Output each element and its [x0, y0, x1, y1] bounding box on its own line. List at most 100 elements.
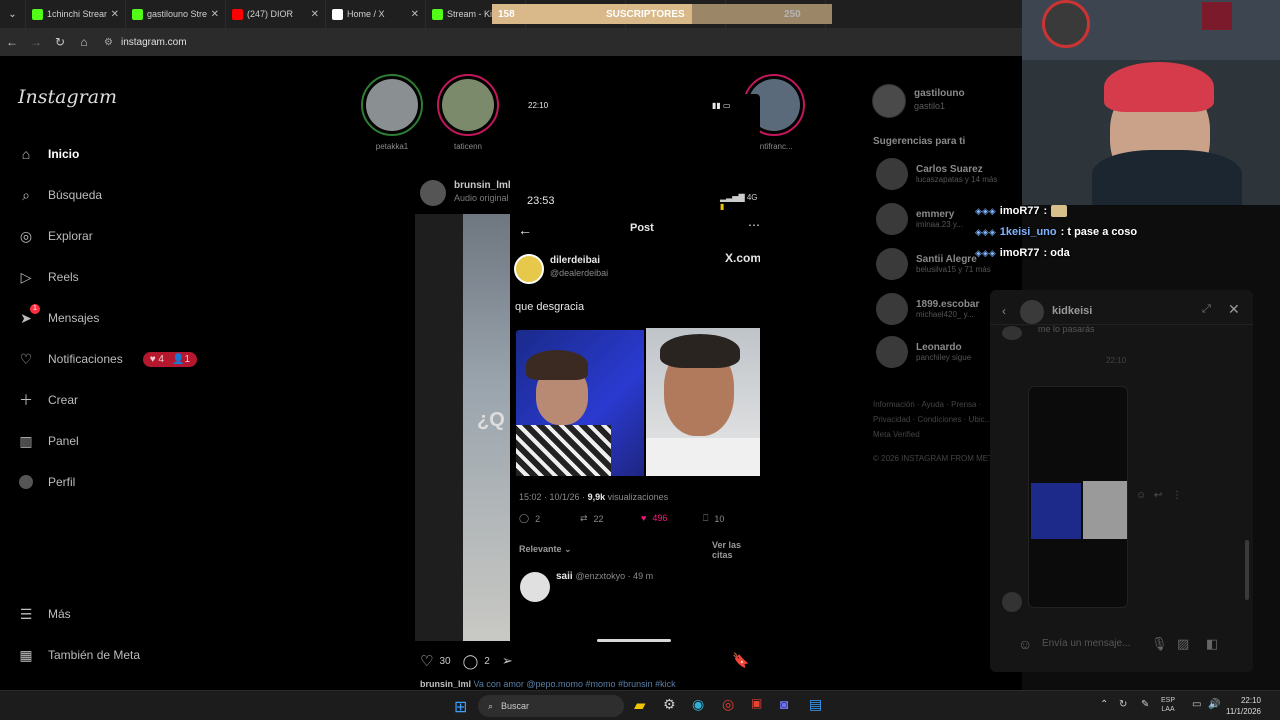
home-icon[interactable]: ⌂ [72, 35, 96, 49]
tab-title: (247) DIOR [247, 9, 294, 19]
like-action[interactable]: ♥ 496 [641, 513, 667, 523]
retweet-action[interactable]: ⇄ 22 [580, 513, 604, 524]
widgets-icon[interactable]: ⚙ [663, 696, 676, 713]
volume-icon[interactable]: 🔊 [1208, 699, 1220, 710]
file-explorer-icon[interactable]: ▰ [634, 696, 646, 714]
save-icon[interactable]: 🔖 [732, 652, 749, 669]
caption-user[interactable]: brunsin_lml [420, 679, 471, 689]
taskbar-search[interactable]: ⌕ Buscar [478, 695, 624, 717]
suggestion-item[interactable]: 1899.escobar michael420_ y... [876, 293, 979, 325]
expand-icon[interactable]: ⤢ [1202, 303, 1211, 316]
quotes-link[interactable]: Ver las citas [712, 540, 760, 560]
stream-chat-message: ◈◈◈ 1keisi_uno : t pase a coso [975, 226, 1137, 238]
nav-busqueda[interactable]: ⌕ Búsqueda [18, 185, 102, 205]
sort-dropdown[interactable]: Relevante ⌄ [519, 544, 572, 555]
tweet-author-name[interactable]: dilerdeibai [550, 255, 600, 266]
story-item[interactable]: taticenn [436, 74, 500, 151]
browser-tab[interactable]: 1chinchi Stream ✕ [26, 0, 126, 28]
sync-icon[interactable]: ↻ [1119, 699, 1127, 710]
nav-perfil[interactable]: Perfil [18, 472, 75, 492]
tweet-author-handle[interactable]: @dealerdeibai [550, 268, 608, 278]
react-icon[interactable]: ☺ [1136, 490, 1146, 501]
tab-search-button[interactable]: ⌄ [0, 0, 26, 28]
nav-notificaciones[interactable]: ♡ Notificaciones ♥ 4 👤1 [18, 349, 197, 369]
language-indicator[interactable]: ESP LAA [1161, 696, 1175, 714]
tweet-author-avatar[interactable] [514, 254, 544, 284]
close-tab-icon[interactable]: ✕ [311, 9, 319, 20]
tray-chevron-icon[interactable]: ⌃ [1100, 699, 1108, 710]
message-input[interactable]: Envía un mensaje... [1042, 638, 1130, 649]
chat-avatar[interactable] [1020, 300, 1044, 324]
edge-icon[interactable]: ◉ [692, 696, 704, 713]
suggestion-item[interactable]: Leonardo panchiley sigue [876, 336, 971, 368]
browser-tab[interactable]: (247) DIOR ✕ [226, 0, 326, 28]
discord-icon[interactable]: ◙ [780, 696, 788, 712]
reply-user[interactable]: saii [556, 571, 573, 582]
suggestion-item[interactable]: Carlos Suarez lucaszapatas y 14 más [876, 158, 997, 190]
footer-links-2[interactable]: Privacidad · Condiciones · Ubic... [873, 415, 991, 424]
address-bar[interactable]: ⚙ instagram.com [104, 37, 187, 48]
nav-mensajes[interactable]: ➤ 1 Mensajes [18, 304, 99, 328]
nav-mas[interactable]: ☰ Más [18, 604, 71, 624]
chrome-icon[interactable]: ◎ [722, 696, 734, 713]
system-clock[interactable]: 22:10 11/1/2026 [1226, 695, 1261, 717]
emoji-icon[interactable]: ☺ [1018, 636, 1032, 652]
browser-tab[interactable]: gastilouno Stream ✕ [126, 0, 226, 28]
close-tab-icon[interactable]: ✕ [111, 9, 119, 20]
app-icon[interactable]: ▣ [751, 696, 762, 710]
reply-icon[interactable]: ↩ [1154, 490, 1162, 501]
suggestion-item[interactable]: Santii Alegre belusilva15 y 71 más [876, 248, 991, 280]
site-info-icon[interactable]: ⚙ [104, 37, 113, 48]
nav-reels[interactable]: ▷ Reels [18, 267, 79, 287]
profile-avatar[interactable] [872, 84, 906, 118]
app-icon-2[interactable]: ▤ [809, 696, 822, 713]
footer-links-3[interactable]: Meta Verified [873, 430, 920, 439]
post-author[interactable]: brunsin_lml [454, 180, 511, 191]
close-tab-icon[interactable]: ✕ [411, 9, 419, 20]
reply-avatar[interactable] [520, 572, 550, 602]
image-icon[interactable]: ▨ [1177, 636, 1189, 652]
browser-tab[interactable]: Home / X ✕ [326, 0, 426, 28]
share-icon[interactable]: ➢ [502, 653, 513, 669]
reload-icon[interactable]: ↻ [48, 35, 72, 49]
chat-username[interactable]: kidkeisi [1052, 305, 1092, 317]
close-tab-icon[interactable]: ✕ [211, 9, 219, 20]
url-text[interactable]: instagram.com [121, 37, 187, 48]
more-icon[interactable]: ⋯ [748, 218, 760, 232]
microphone-icon[interactable]: 🎙 [1151, 636, 1168, 652]
chat-text: : [1043, 205, 1048, 217]
shared-video-message[interactable] [1028, 386, 1128, 608]
back-icon[interactable]: ‹ [1002, 304, 1006, 318]
story-item[interactable]: petakka1 [360, 74, 424, 151]
tab-favicon-icon [332, 8, 343, 20]
back-icon[interactable]: ← [0, 35, 24, 49]
close-icon[interactable]: ✕ [1228, 301, 1240, 318]
stream-chat-message: ◈◈◈ imoR77 : oda [975, 247, 1070, 259]
reply-action[interactable]: ◯ 2 [519, 513, 540, 524]
emote-icon [1051, 205, 1068, 217]
like-icon[interactable]: ♡ [420, 652, 433, 670]
back-arrow-icon[interactable]: ← [518, 222, 532, 238]
scrollbar[interactable] [1245, 540, 1249, 600]
nav-crear[interactable]: ＋ Crear [18, 390, 78, 410]
sticker-icon[interactable]: ◧ [1206, 636, 1218, 652]
post-author-avatar[interactable] [420, 180, 446, 206]
more-icon[interactable]: ⋮ [1172, 490, 1182, 501]
pen-icon[interactable]: ✎ [1141, 699, 1149, 710]
display-icon[interactable]: ▭ [1192, 699, 1201, 710]
comment-icon[interactable]: ◯ [463, 653, 479, 670]
suggestion-item[interactable]: emmery iminaa.23 y... [876, 203, 963, 235]
nav-inicio[interactable]: ⌂ Inicio [18, 144, 80, 164]
nav-explorar[interactable]: ◎ Explorar [18, 226, 93, 246]
profile-username[interactable]: gastilouno [914, 88, 965, 99]
instagram-logo[interactable]: Instagram [18, 86, 117, 108]
tweet-image-right[interactable] [646, 328, 760, 476]
nav-tambien-de-meta[interactable]: ▦ También de Meta [18, 645, 140, 665]
tweet-image-left[interactable] [516, 330, 644, 476]
nav-panel[interactable]: ▥ Panel [18, 431, 78, 451]
footer-links-1[interactable]: Información · Ayuda · Prensa · [873, 400, 981, 409]
forward-icon[interactable]: → [24, 35, 48, 49]
bookmark-action[interactable]: ⎕ 10 [703, 513, 724, 524]
post-audio[interactable]: Audio original [454, 193, 509, 203]
windows-start-icon[interactable]: ⊞ [454, 697, 467, 717]
